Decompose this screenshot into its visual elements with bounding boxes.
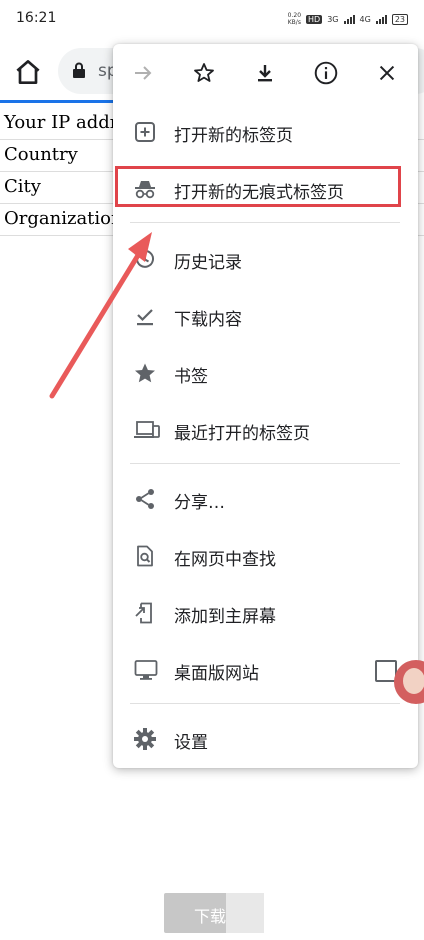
menu-item-label: 设置 <box>174 733 208 753</box>
menu-item-find-in-page[interactable]: 在网页中查找 <box>113 531 418 581</box>
lock-icon <box>73 62 85 78</box>
menu-item-label: 书签 <box>174 367 208 387</box>
menu-item-add-to-home-screen[interactable]: 添加到主屏幕 <box>113 588 418 638</box>
home-icon <box>16 60 40 84</box>
menu-divider <box>130 703 400 704</box>
signal-icon <box>375 14 387 24</box>
menu-divider <box>130 222 400 223</box>
menu-item-label: 最近打开的标签页 <box>174 424 310 444</box>
page-load-progress <box>0 100 114 103</box>
menu-item-settings[interactable]: 设置 <box>113 714 418 764</box>
menu-item-label: 历史记录 <box>174 253 242 273</box>
forward-icon <box>135 66 152 80</box>
menu-divider <box>130 463 400 464</box>
menu-item-label: 分享… <box>174 493 225 513</box>
battery-icon: 23 <box>391 13 408 25</box>
menu-item-new-tab[interactable]: 打开新的标签页 <box>113 107 418 157</box>
menu-item-share[interactable]: 分享… <box>113 474 418 524</box>
close-icon <box>379 65 395 81</box>
downloads-icon <box>137 309 153 326</box>
new-tab-icon <box>135 122 155 142</box>
menu-item-label: 桌面版网站 <box>174 664 259 684</box>
page-info-button[interactable] <box>311 58 341 88</box>
menu-item-label: 打开新的标签页 <box>174 126 293 146</box>
close-menu-button[interactable] <box>372 58 402 88</box>
download-page-button[interactable] <box>250 58 280 88</box>
network-3g-label: 3G <box>327 14 339 24</box>
add-to-homescreen-icon <box>135 602 152 624</box>
menu-item-bookmarks[interactable]: 书签 <box>113 348 418 398</box>
download-icon <box>258 65 272 82</box>
avatar-face <box>403 668 424 694</box>
status-bar: 16:21 0.20 KB/s HD 3G 4G 23 <box>0 0 424 38</box>
hd-badge: HD <box>306 14 323 24</box>
overflow-menu: 打开新的标签页 打开新的无痕式标签页 历史记录 下载内容 书签 最近打开的标签页… <box>113 44 418 768</box>
status-time: 16:21 <box>16 10 57 26</box>
signal-icon <box>343 14 355 24</box>
find-in-page-icon <box>137 545 153 567</box>
status-icons: 0.20 KB/s HD 3G 4G 23 <box>288 12 408 26</box>
menu-item-label: 在网页中查找 <box>174 550 276 570</box>
menu-item-history[interactable]: 历史记录 <box>113 234 418 284</box>
desktop-site-icon <box>134 660 158 680</box>
blurred-overlay <box>226 893 264 933</box>
settings-icon <box>134 728 156 750</box>
bookmark-button[interactable] <box>189 58 219 88</box>
bookmarks-icon <box>135 363 155 383</box>
download-button[interactable]: 下载 <box>164 893 264 933</box>
menu-item-recent-tabs[interactable]: 最近打开的标签页 <box>113 405 418 455</box>
menu-item-label: 添加到主屏幕 <box>174 607 276 627</box>
share-icon <box>136 489 154 509</box>
recent-tabs-icon <box>134 421 160 438</box>
download-button-label: 下载 <box>194 907 227 926</box>
network-speed: 0.20 KB/s <box>287 12 302 26</box>
highlight-box <box>115 166 401 207</box>
forward-button[interactable] <box>128 58 158 88</box>
info-icon <box>314 61 338 85</box>
menu-item-downloads[interactable]: 下载内容 <box>113 291 418 341</box>
network-4g-label: 4G <box>359 14 371 24</box>
menu-item-desktop-site[interactable]: 桌面版网站 <box>113 645 418 695</box>
menu-item-label: 下载内容 <box>174 310 242 330</box>
home-button[interactable] <box>12 56 44 88</box>
menu-action-row <box>113 44 418 102</box>
star-icon <box>194 63 214 82</box>
history-icon <box>134 249 154 268</box>
